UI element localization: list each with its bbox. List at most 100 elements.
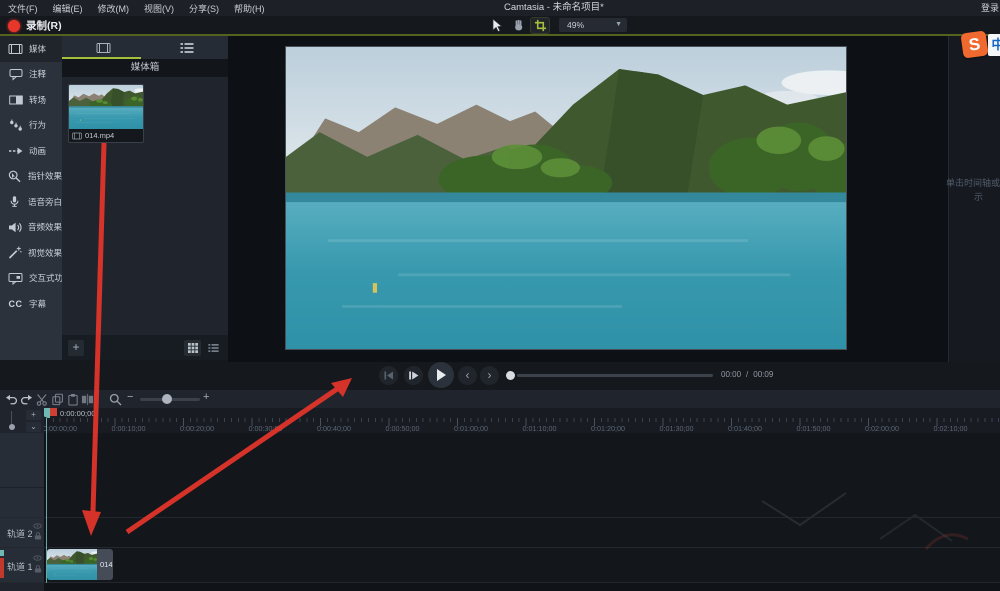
tab-clip-list[interactable]	[145, 36, 228, 59]
track-1-lock-icon[interactable]	[34, 565, 42, 573]
sidebar: 媒体注释转场行为动画指针效果语音旁白音频效果视觉效果交互式功能CC字幕	[0, 36, 62, 360]
canvas-area[interactable]	[228, 36, 948, 362]
camtasia-window: 文件(F)编辑(E)修改(M)视图(V)分享(S)帮助(H) Camtasia …	[0, 0, 1000, 591]
cursor-effects-icon	[8, 170, 22, 183]
properties-hint: 单击时间轴或 示	[946, 176, 1000, 204]
faint-watermark-marks	[740, 483, 980, 553]
menu-item-1[interactable]: 编辑(E)	[53, 2, 83, 15]
animation-arrow-icon	[8, 145, 23, 157]
media-clip-card[interactable]: 014.mp4	[68, 84, 144, 143]
ruler-label-1: 0:00:10;00	[112, 424, 146, 433]
film-icon	[8, 43, 23, 55]
media-clip-thumbnail	[69, 85, 143, 129]
undo-icon[interactable]	[4, 392, 19, 406]
ruler-label-7: 0:01:10;00	[523, 424, 557, 433]
captions-cc-icon: CC	[8, 299, 23, 309]
play-button[interactable]	[428, 362, 454, 388]
ruler-label-11: 0:01:50;00	[797, 424, 831, 433]
select-cursor-icon[interactable]	[487, 18, 505, 33]
sidebar-item-2[interactable]: 转场	[0, 87, 62, 113]
timeline-bottom-strip	[0, 583, 1000, 591]
redo-icon[interactable]	[19, 392, 34, 406]
menu-item-3[interactable]: 视图(V)	[144, 2, 174, 15]
record-button[interactable]: 录制(R)	[8, 18, 62, 33]
track-1-visibility-eye-icon[interactable]	[33, 555, 42, 561]
crop-icon[interactable]	[531, 18, 549, 33]
speaker-icon	[8, 221, 22, 234]
sidebar-item-9[interactable]: 交互式功能	[0, 266, 62, 292]
split-icon[interactable]	[80, 392, 95, 406]
ruler-label-5: 0:00:50;00	[386, 424, 420, 433]
copy-icon[interactable]	[50, 392, 65, 406]
sidebar-item-0[interactable]: 媒体	[0, 36, 62, 62]
video-preview[interactable]	[285, 46, 847, 350]
chevron-down-icon: ▼	[615, 18, 622, 32]
sidebar-item-8[interactable]: 视觉效果	[0, 240, 62, 266]
scrubber-handle[interactable]	[506, 371, 515, 380]
login-link[interactable]: 登录	[981, 0, 999, 16]
sidebar-item-label: 动画	[29, 145, 46, 157]
grid-view-icon[interactable]	[184, 340, 201, 356]
playhead-time: 0:00:00;00	[60, 409, 95, 418]
sidebar-item-1[interactable]: 注释	[0, 62, 62, 88]
cut-scissors-icon[interactable]	[35, 392, 50, 406]
step-back-icon[interactable]	[379, 366, 398, 385]
tab-media-thumbnails[interactable]	[62, 36, 145, 59]
zoom-dropdown[interactable]: 49% ▼	[559, 18, 627, 32]
record-label: 录制(R)	[26, 18, 62, 33]
menu-item-5[interactable]: 帮助(H)	[234, 2, 265, 15]
media-panel: 媒体箱 014.mp4 +	[62, 36, 228, 360]
collapse-tracks-icon[interactable]: ⌄	[26, 422, 41, 432]
add-media-button[interactable]: +	[68, 340, 84, 356]
playback-bar: ‹ › 00:00 / 00:09	[0, 362, 1000, 390]
time-total: 00:09	[753, 370, 773, 379]
timeline-ruler[interactable]: 0:00:00;000:00:10;000:00:20;000:00:30;00…	[0, 418, 1000, 434]
track-2-lock-icon[interactable]	[34, 532, 42, 540]
ruler-label-4: 0:00:40;00	[317, 424, 351, 433]
sidebar-item-3[interactable]: 行为	[0, 113, 62, 139]
ruler-label-8: 0:01:20;00	[591, 424, 625, 433]
track-area[interactable]: 轨道 2 轨道 1 014	[0, 433, 1000, 583]
ruler-label-6: 0:01:00;00	[454, 424, 488, 433]
track-2-visibility-eye-icon[interactable]	[33, 523, 42, 529]
sidebar-item-label: 行为	[29, 119, 46, 131]
playhead-line[interactable]	[46, 418, 48, 583]
media-bin-footer: +	[62, 335, 228, 360]
video-frame-image	[286, 47, 846, 349]
next-icon[interactable]: ›	[480, 366, 499, 385]
time-current: 00:00	[721, 370, 741, 379]
sidebar-item-label: 视觉效果	[28, 247, 62, 259]
timeline-clip-label: 014	[97, 549, 113, 580]
watermark-logo: S 中	[962, 30, 1000, 64]
menu-items: 文件(F) 编辑(E) 修改(M) 视图(V) 分享(S) 帮助(H)	[8, 0, 265, 16]
zoom-out-button[interactable]: −	[127, 391, 133, 403]
list-view-icon[interactable]	[205, 340, 222, 356]
scrubber-track[interactable]	[517, 374, 713, 377]
sidebar-item-5[interactable]: 指针效果	[0, 164, 62, 190]
timeline-zoom-handle[interactable]	[162, 394, 172, 404]
sidebar-item-7[interactable]: 音频效果	[0, 215, 62, 241]
zoom-timeline-icon[interactable]	[108, 392, 123, 406]
pan-hand-icon[interactable]	[509, 18, 527, 33]
timeline-clip-014[interactable]: 014	[47, 549, 113, 580]
interactivity-icon	[8, 272, 23, 285]
menu-item-4[interactable]: 分享(S)	[189, 2, 219, 15]
zoom-in-button[interactable]: +	[203, 391, 209, 403]
sidebar-item-4[interactable]: 动画	[0, 138, 62, 164]
menu-item-0[interactable]: 文件(F)	[8, 2, 38, 15]
prev-icon[interactable]: ‹	[458, 366, 477, 385]
menu-item-2[interactable]: 修改(M)	[98, 2, 130, 15]
zoom-value: 49%	[567, 20, 584, 30]
behaviors-icon	[8, 119, 23, 132]
step-forward-icon[interactable]	[404, 366, 423, 385]
track-edge-marker-red	[0, 558, 4, 578]
record-icon	[8, 20, 20, 32]
add-track-button[interactable]: +	[26, 410, 41, 420]
timeline-toolbar: − +	[0, 390, 1000, 408]
paste-icon[interactable]	[65, 392, 80, 406]
media-clip-name: 014.mp4	[85, 131, 114, 140]
track-scale-handle[interactable]	[9, 424, 15, 430]
sidebar-item-label: 指针效果	[28, 170, 62, 182]
sidebar-item-6[interactable]: 语音旁白	[0, 189, 62, 215]
sidebar-item-10[interactable]: CC字幕	[0, 291, 62, 317]
